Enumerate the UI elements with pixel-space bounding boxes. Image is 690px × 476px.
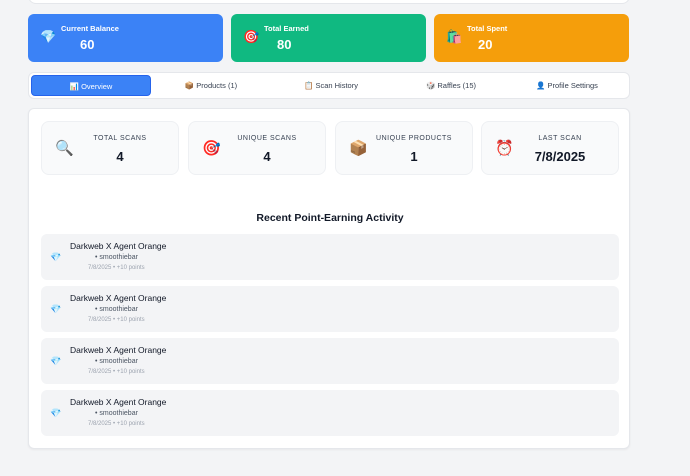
last-scan-value: 7/8/2025 bbox=[534, 149, 586, 164]
tab-profile-settings[interactable]: 👤 Profile Settings bbox=[507, 75, 627, 96]
unique-products-card: 📦 UNIQUE PRODUCTS 1 bbox=[335, 121, 473, 175]
tab-scan-history-label: Scan History bbox=[315, 81, 358, 90]
top-header-card bbox=[28, 0, 630, 4]
target-icon: 🎯 bbox=[243, 29, 260, 44]
total-scans-label: TOTAL SCANS bbox=[93, 135, 147, 142]
gem-icon: 💎 bbox=[50, 356, 62, 366]
gem-icon: 💎 bbox=[40, 29, 57, 44]
activity-item: 💎 Darkweb X Agent Orange • smoothiebar 7… bbox=[41, 286, 619, 332]
user-icon: 👤 bbox=[536, 81, 546, 90]
tab-raffles-label: Raffles (15) bbox=[437, 81, 477, 90]
total-spent-value: 20 bbox=[478, 37, 493, 52]
tab-overview-label: Overview bbox=[81, 82, 113, 91]
unique-products-label: UNIQUE PRODUCTS bbox=[376, 135, 452, 142]
total-scans-value: 4 bbox=[116, 149, 124, 164]
activity-meta: 7/8/2025 • +10 points bbox=[88, 317, 145, 323]
tab-products-label: Products (1) bbox=[196, 81, 238, 90]
tab-bar: 📊 Overview 📦 Products (1) 📋 Scan History… bbox=[28, 72, 630, 99]
recent-activity-heading: Recent Point-Earning Activity bbox=[256, 212, 404, 224]
activity-product-name: Darkweb X Agent Orange bbox=[70, 241, 167, 251]
total-spent-label: Total Spent bbox=[467, 24, 508, 33]
shopping-bag-icon: 🛍️ bbox=[446, 29, 463, 44]
tab-scan-history[interactable]: 📋 Scan History bbox=[271, 75, 391, 96]
total-spent-card: 🛍️ Total Spent 20 bbox=[434, 14, 629, 62]
overview-panel: 🔍 TOTAL SCANS 4 🎯 UNIQUE SCANS 4 📦 UNIQU… bbox=[28, 108, 630, 449]
gem-icon: 💎 bbox=[50, 252, 62, 262]
unique-products-value: 1 bbox=[410, 149, 418, 164]
activity-item: 💎 Darkweb X Agent Orange • smoothiebar 7… bbox=[41, 338, 619, 384]
current-balance-value: 60 bbox=[80, 37, 95, 52]
gem-icon: 💎 bbox=[50, 408, 62, 418]
chart-icon: 📊 bbox=[69, 82, 79, 91]
activity-venue: • smoothiebar bbox=[95, 254, 138, 261]
unique-scans-label: UNIQUE SCANS bbox=[237, 135, 297, 142]
last-scan-card: ⏰ LAST SCAN 7/8/2025 bbox=[481, 121, 619, 175]
activity-product-name: Darkweb X Agent Orange bbox=[70, 397, 167, 407]
activity-product-name: Darkweb X Agent Orange bbox=[70, 293, 167, 303]
dice-icon: 🎲 bbox=[425, 81, 436, 90]
activity-meta: 7/8/2025 • +10 points bbox=[88, 265, 145, 271]
activity-venue: • smoothiebar bbox=[95, 358, 138, 365]
activity-item: 💎 Darkweb X Agent Orange • smoothiebar 7… bbox=[41, 390, 619, 436]
tab-overview[interactable]: 📊 Overview bbox=[31, 75, 151, 96]
current-balance-card: 💎 Current Balance 60 bbox=[28, 14, 223, 62]
activity-venue: • smoothiebar bbox=[95, 306, 138, 313]
activity-meta: 7/8/2025 • +10 points bbox=[88, 369, 145, 375]
tab-profile-settings-label: Profile Settings bbox=[547, 81, 598, 90]
total-earned-label: Total Earned bbox=[264, 24, 309, 33]
unique-scans-value: 4 bbox=[263, 149, 271, 164]
activity-venue: • smoothiebar bbox=[95, 410, 138, 417]
total-scans-card: 🔍 TOTAL SCANS 4 bbox=[41, 121, 179, 175]
package-icon: 📦 bbox=[184, 81, 195, 90]
tab-raffles[interactable]: 🎲 Raffles (15) bbox=[391, 75, 511, 96]
last-scan-label: LAST SCAN bbox=[538, 135, 582, 142]
clipboard-icon: 📋 bbox=[304, 81, 314, 90]
gem-icon: 💎 bbox=[50, 304, 62, 314]
current-balance-label: Current Balance bbox=[61, 24, 119, 33]
total-earned-value: 80 bbox=[277, 37, 292, 52]
activity-meta: 7/8/2025 • +10 points bbox=[88, 421, 145, 427]
unique-scans-card: 🎯 UNIQUE SCANS 4 bbox=[188, 121, 326, 175]
activity-item: 💎 Darkweb X Agent Orange • smoothiebar 7… bbox=[41, 234, 619, 280]
activity-product-name: Darkweb X Agent Orange bbox=[70, 345, 167, 355]
tab-products[interactable]: 📦 Products (1) bbox=[151, 75, 271, 96]
total-earned-card: 🎯 Total Earned 80 bbox=[231, 14, 426, 62]
